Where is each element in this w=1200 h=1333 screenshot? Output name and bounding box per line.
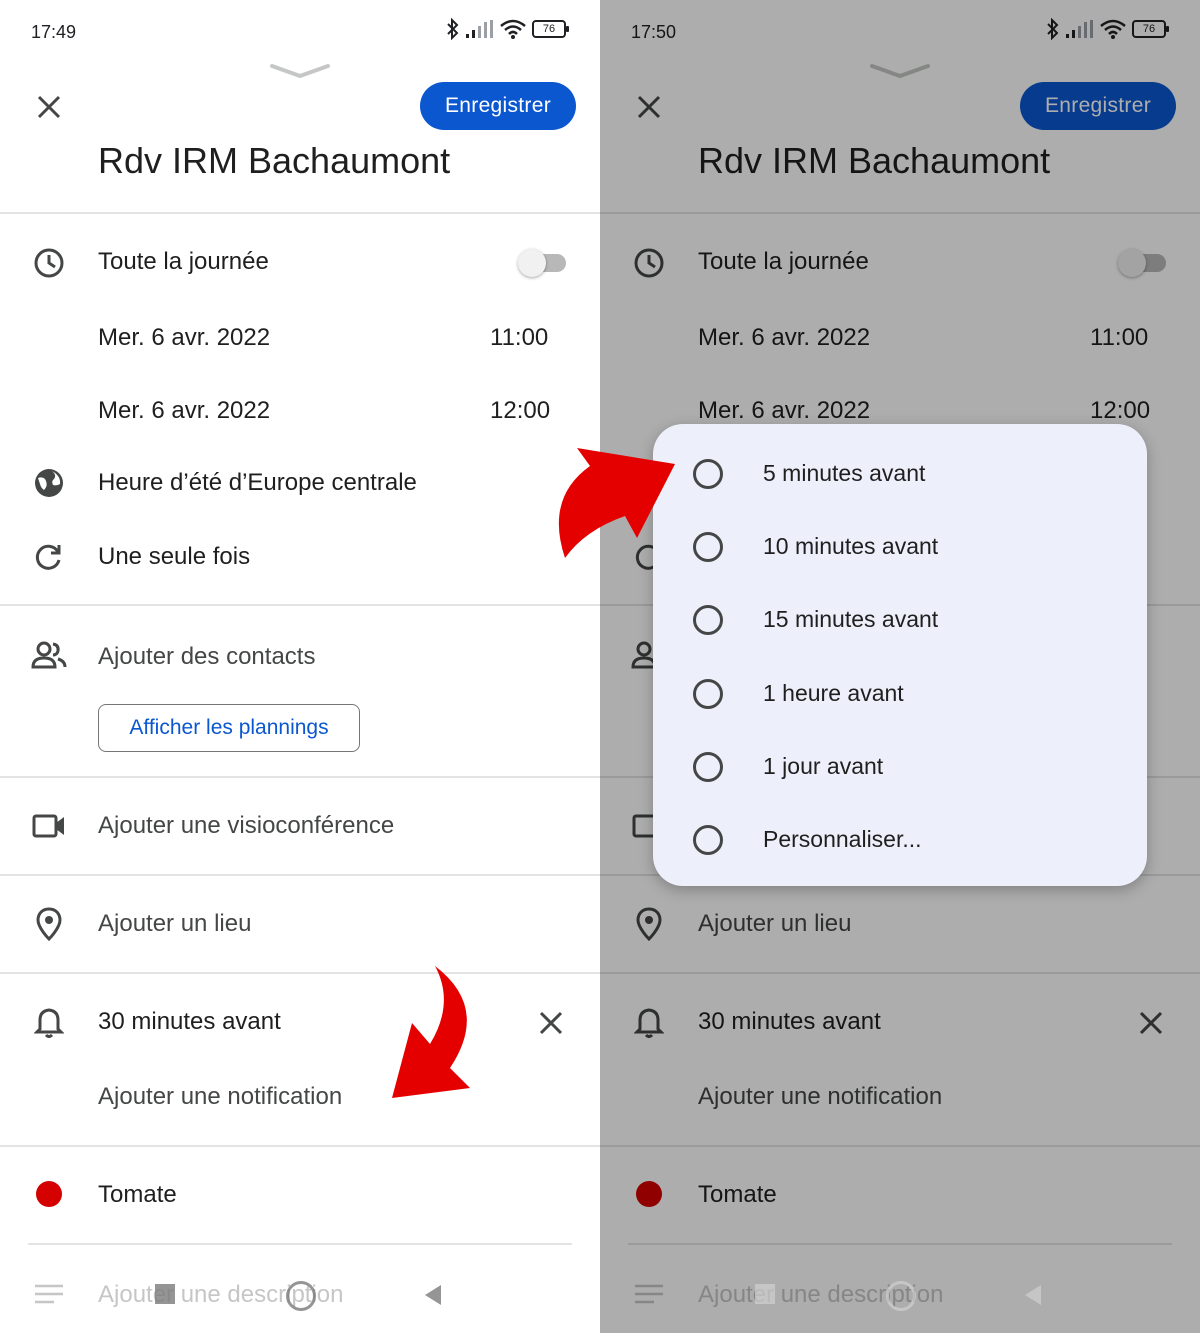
close-icon (37, 95, 61, 119)
option-10-minutes[interactable]: 10 minutes avant (653, 510, 1147, 583)
divider (28, 1243, 572, 1245)
radio-button[interactable] (693, 604, 723, 635)
repeat-icon (31, 539, 67, 575)
bell-icon (31, 1004, 67, 1040)
divider (0, 776, 600, 778)
start-date[interactable]: Mer. 6 avr. 2022 (98, 324, 270, 352)
save-button[interactable]: Enregistrer (420, 82, 576, 130)
clock-icon (31, 245, 67, 281)
radio-button[interactable] (693, 751, 723, 782)
event-color[interactable]: Tomate (98, 1181, 177, 1209)
option-5-minutes[interactable]: 5 minutes avant (653, 437, 1147, 510)
divider (0, 972, 600, 974)
event-title[interactable]: Rdv IRM Bachaumont (98, 140, 450, 182)
battery-icon: 76 (532, 20, 569, 38)
start-time[interactable]: 11:00 (490, 324, 548, 352)
drag-handle-icon[interactable] (268, 60, 332, 82)
add-video-conference[interactable]: Ajouter une visioconférence (98, 812, 394, 840)
home-nav-button[interactable] (886, 1281, 916, 1311)
location-pin-icon (31, 906, 67, 942)
add-notification[interactable]: Ajouter une notification (98, 1083, 342, 1111)
notification-item[interactable]: 30 minutes avant (98, 1008, 281, 1036)
recurrence[interactable]: Une seule fois (98, 543, 250, 571)
status-icons: 76 (446, 18, 569, 40)
bluetooth-icon (447, 18, 459, 40)
notification-options-dialog: 5 minutes avant 10 minutes avant 15 minu… (653, 424, 1147, 886)
divider (0, 212, 600, 214)
close-icon (539, 1011, 563, 1035)
globe-icon (31, 465, 67, 501)
show-schedules-button[interactable]: Afficher les plannings (98, 704, 360, 752)
option-label: 1 jour avant (763, 753, 884, 779)
wifi-icon (500, 19, 526, 39)
red-arrow-annotation (558, 448, 675, 558)
event-editor-screen-with-dialog: 17:50 76 Enregistrer Rdv IRM Bachaumont … (600, 0, 1200, 1333)
radio-button[interactable] (693, 531, 723, 562)
color-dot (36, 1181, 62, 1207)
recents-nav-button[interactable] (755, 1284, 775, 1304)
radio-button[interactable] (693, 678, 723, 709)
all-day-toggle[interactable] (518, 249, 568, 277)
radio-button[interactable] (693, 824, 723, 855)
option-15-minutes[interactable]: 15 minutes avant (653, 583, 1147, 656)
event-editor-screen: 17:49 76 Enregistrer Rdv IRM Bachaumont … (0, 0, 600, 1333)
close-button[interactable] (30, 88, 68, 126)
back-nav-icon[interactable] (1023, 1284, 1043, 1306)
end-time[interactable]: 12:00 (490, 397, 550, 425)
signal-icon (466, 20, 493, 38)
all-day-label: Toute la journée (98, 248, 269, 275)
add-location[interactable]: Ajouter un lieu (98, 910, 251, 938)
red-arrow-annotation (392, 966, 470, 1098)
timezone[interactable]: Heure d’été d’Europe centrale (98, 469, 417, 497)
option-label: 1 heure avant (763, 680, 904, 706)
option-1-day[interactable]: 1 jour avant (653, 730, 1147, 803)
add-contacts[interactable]: Ajouter des contacts (98, 643, 315, 671)
radio-button[interactable] (693, 458, 723, 489)
end-date[interactable]: Mer. 6 avr. 2022 (98, 397, 270, 425)
video-icon (31, 808, 67, 844)
option-1-hour[interactable]: 1 heure avant (653, 657, 1147, 730)
option-label: 10 minutes avant (763, 533, 939, 559)
home-nav-button[interactable] (286, 1281, 316, 1311)
divider (0, 874, 600, 876)
status-time: 17:49 (31, 22, 77, 42)
notes-icon (34, 1284, 64, 1309)
remove-notification-button[interactable] (536, 1008, 566, 1043)
back-nav-icon[interactable] (423, 1284, 443, 1306)
option-label: Personnaliser... (763, 826, 922, 852)
option-custom[interactable]: Personnaliser... (653, 803, 1147, 876)
option-label: 15 minutes avant (763, 606, 939, 632)
divider (0, 604, 600, 606)
divider (0, 1145, 600, 1147)
recents-nav-button[interactable] (155, 1284, 175, 1304)
people-icon (31, 638, 67, 674)
option-label: 5 minutes avant (763, 460, 926, 486)
